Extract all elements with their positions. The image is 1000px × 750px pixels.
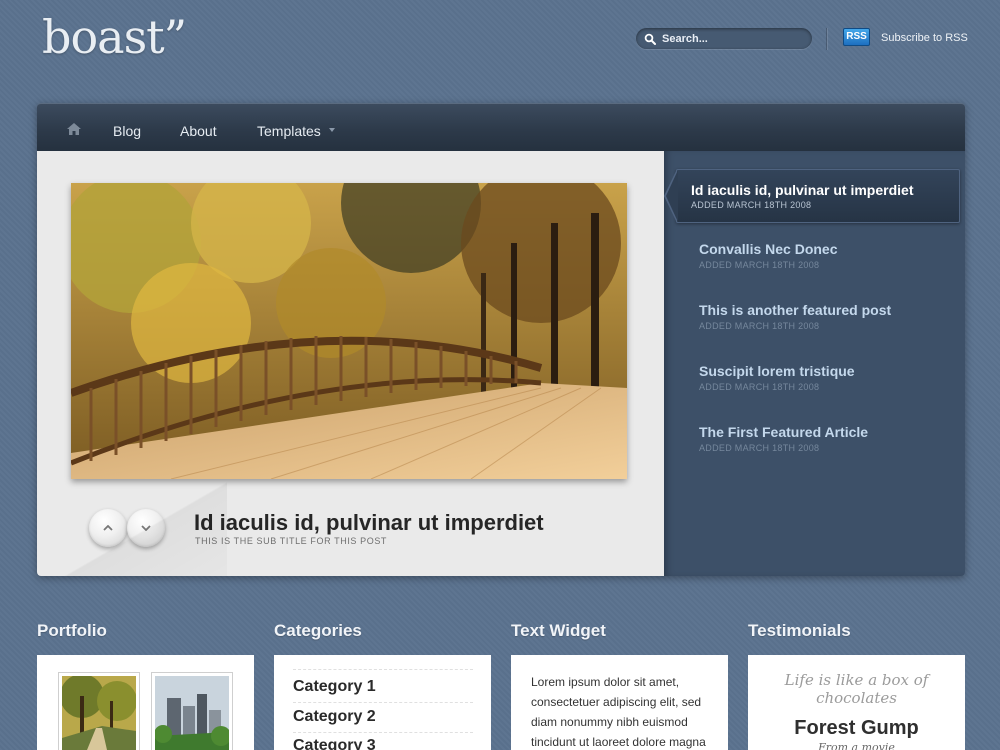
featured-list-item-date: ADDED MARCH 18TH 2008: [699, 382, 820, 392]
featured-list-item-date: ADDED MARCH 18TH 2008: [699, 321, 820, 331]
chevron-up-icon: [103, 525, 113, 531]
featured-image[interactable]: [71, 183, 627, 479]
category-link[interactable]: Category 1: [293, 678, 473, 703]
subscribe-rss-link[interactable]: Subscribe to RSS: [881, 32, 968, 44]
category-link[interactable]: Category 3: [293, 737, 473, 750]
featured-list-item[interactable]: The First Featured Article ADDED MARCH 1…: [699, 424, 868, 453]
search-box[interactable]: [636, 28, 812, 49]
featured-list-item-date: ADDED MARCH 18TH 2008: [699, 443, 820, 453]
testimonial-source: From a movie: [818, 741, 895, 750]
featured-list-item[interactable]: Suscipit lorem tristique ADDED MARCH 18T…: [699, 363, 855, 392]
featured-post-list: Id iaculis id, pulvinar ut imperdiet ADD…: [664, 151, 965, 576]
previous-slide-button[interactable]: [89, 509, 127, 547]
featured-list-item[interactable]: This is another featured post ADDED MARC…: [699, 302, 891, 331]
slider-controls: [89, 509, 165, 547]
portfolio-thumbnail[interactable]: [58, 672, 140, 750]
header-divider: [826, 28, 827, 50]
nav-item-about[interactable]: About: [180, 123, 217, 139]
featured-list-item-title[interactable]: Suscipit lorem tristique: [699, 363, 855, 379]
next-slide-button[interactable]: [127, 509, 165, 547]
nav-item-templates[interactable]: Templates: [257, 123, 321, 139]
featured-list-item-date: ADDED MARCH 18TH 2008: [691, 200, 812, 210]
featured-list-item-title[interactable]: This is another featured post: [699, 302, 891, 318]
portfolio-widget-title: Portfolio: [37, 621, 107, 640]
rss-icon[interactable]: RSS: [843, 28, 870, 46]
text-widget-body: Lorem ipsum dolor sit amet, consectetuer…: [531, 675, 706, 749]
controls-connector: [111, 519, 143, 537]
categories-widget-title: Categories: [274, 621, 362, 640]
portfolio-widget: [37, 655, 254, 750]
featured-list-item-title[interactable]: The First Featured Article: [699, 424, 868, 440]
search-input[interactable]: [662, 32, 802, 45]
featured-post-subtitle: THIS IS THE SUB TITLE FOR THIS POST: [195, 536, 388, 546]
featured-list-item-date: ADDED MARCH 18TH 2008: [699, 260, 820, 270]
featured-list-item[interactable]: Convallis Nec Donec ADDED MARCH 18TH 200…: [699, 241, 838, 270]
text-widget: Lorem ipsum dolor sit amet, consectetuer…: [511, 655, 728, 750]
featured-slide: Id iaculis id, pulvinar ut imperdiet THI…: [37, 151, 664, 576]
featured-list-item-active[interactable]: Id iaculis id, pulvinar ut imperdiet ADD…: [664, 169, 960, 223]
divider: [293, 669, 473, 670]
text-widget-title: Text Widget: [511, 621, 606, 640]
home-icon[interactable]: [66, 122, 82, 136]
portfolio-thumbnail[interactable]: [151, 672, 233, 750]
testimonials-widget: Life is like a box of chocolates Forest …: [748, 655, 965, 750]
testimonial-quote: Life is like a box of chocolates: [784, 671, 929, 707]
chevron-down-icon: [141, 525, 151, 531]
site-logo[interactable]: boast”: [42, 10, 187, 64]
category-link[interactable]: Category 2: [293, 708, 473, 733]
testimonials-widget-title: Testimonials: [748, 621, 851, 640]
categories-widget: Category 1 Category 2 Category 3: [274, 655, 491, 750]
testimonial-author: Forest Gump: [794, 717, 919, 739]
featured-list-item-title[interactable]: Convallis Nec Donec: [699, 241, 838, 257]
nav-item-blog[interactable]: Blog: [113, 123, 141, 139]
chevron-down-icon: [329, 128, 335, 132]
featured-list-item-title[interactable]: Id iaculis id, pulvinar ut imperdiet: [691, 182, 913, 198]
search-icon: [644, 33, 656, 45]
featured-panel: Blog About Templates Id iaculis id, pulv…: [37, 103, 965, 576]
featured-post-title[interactable]: Id iaculis id, pulvinar ut imperdiet: [194, 510, 544, 536]
main-navigation: Blog About Templates: [37, 103, 965, 151]
